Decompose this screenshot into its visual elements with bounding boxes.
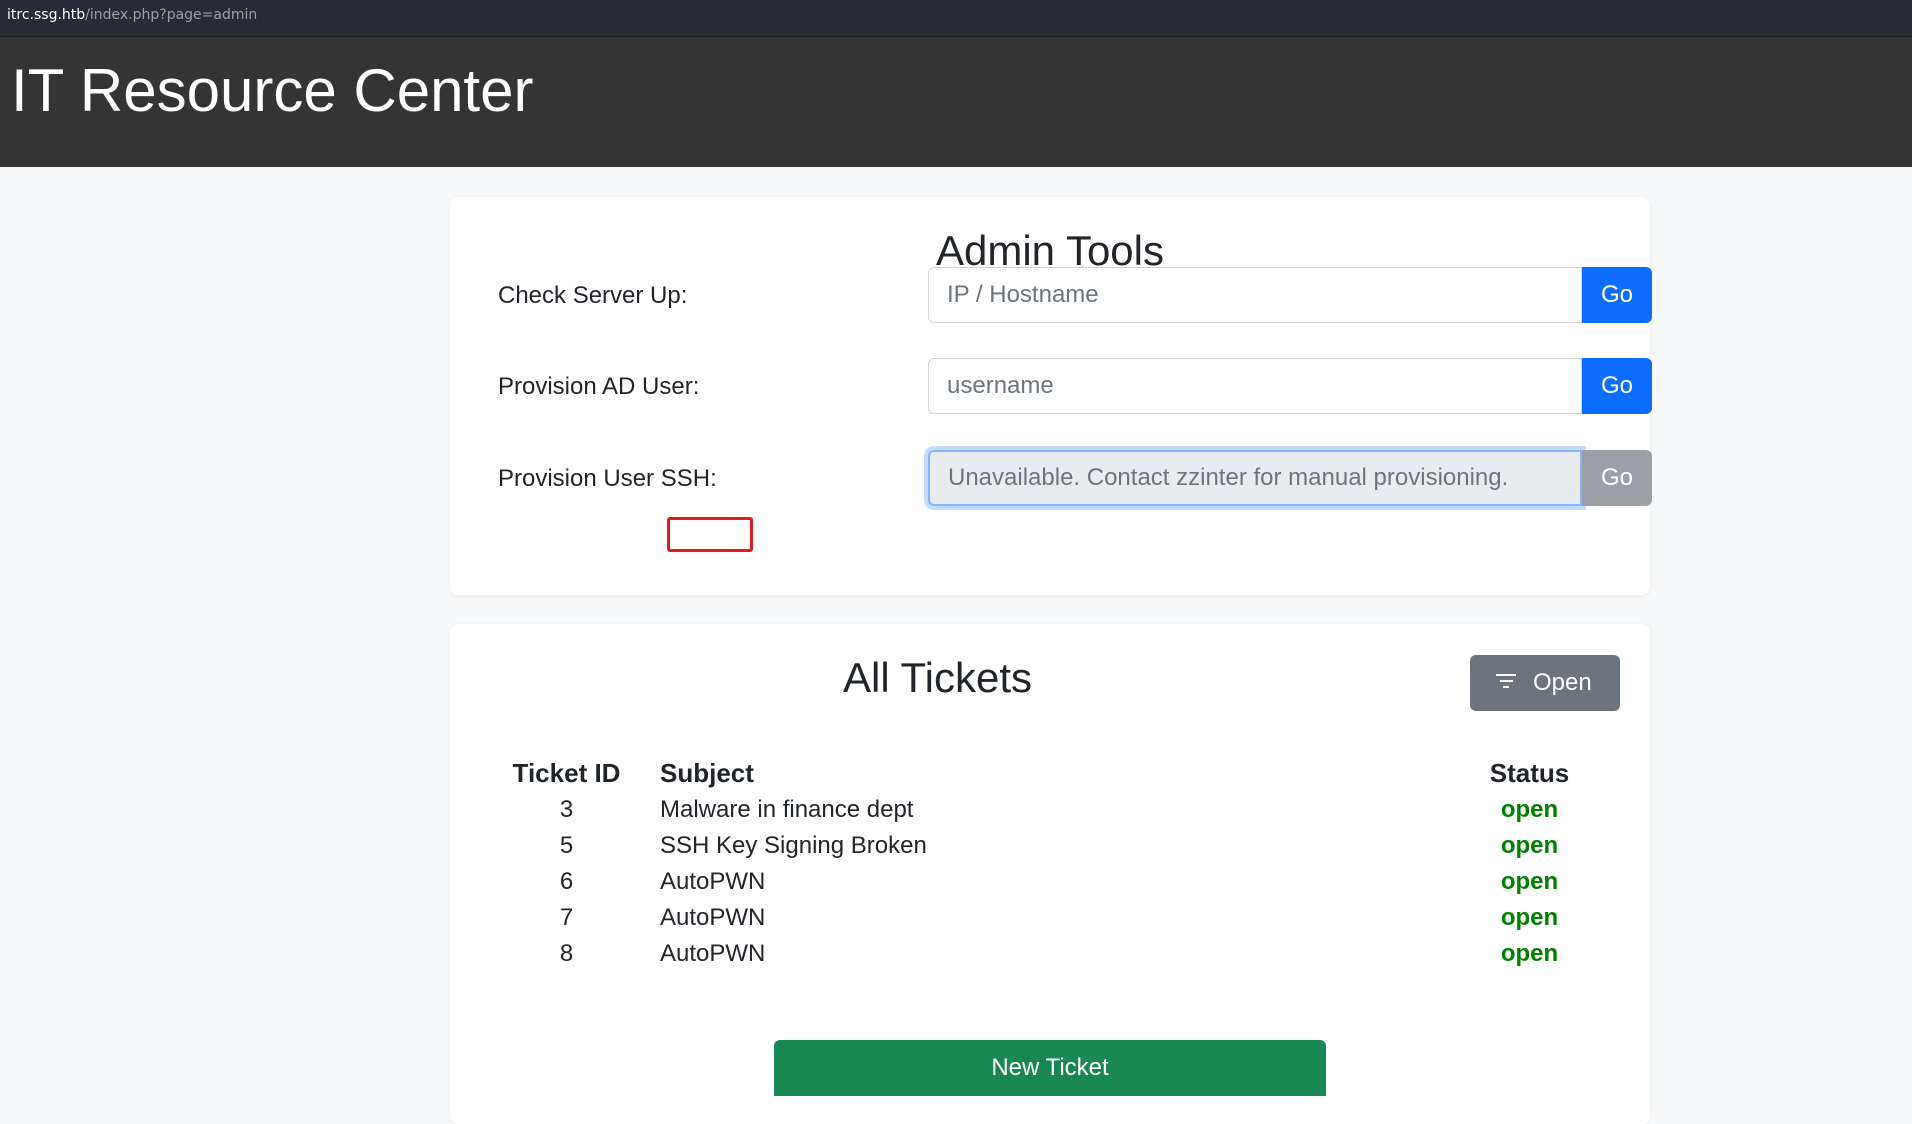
username-input[interactable]	[928, 358, 1582, 414]
table-row[interactable]: 8 AutoPWN open	[498, 936, 1602, 972]
ticket-subject[interactable]: AutoPWN	[635, 936, 1457, 972]
ticket-status: open	[1500, 940, 1559, 967]
site-title: IT Resource Center	[11, 57, 534, 124]
ticket-id: 5	[559, 832, 574, 859]
table-row[interactable]: 7 AutoPWN open	[498, 900, 1602, 936]
url-host: itrc.ssg.htb	[7, 7, 86, 23]
ticket-status: open	[1500, 904, 1559, 931]
check-server-row: Check Server Up: Go	[498, 267, 1652, 323]
hostname-input[interactable]	[928, 267, 1582, 323]
admin-tools-card: Admin Tools Check Server Up: Go Provisio…	[450, 197, 1652, 595]
ticket-id: 3	[559, 796, 574, 823]
table-row[interactable]: 6 AutoPWN open	[498, 864, 1602, 900]
ticket-subject[interactable]: AutoPWN	[635, 900, 1457, 936]
provision-ad-go-button[interactable]: Go	[1582, 358, 1652, 414]
ticket-id: 7	[559, 904, 574, 931]
url-text[interactable]: itrc.ssg.htb/index.php?page=admin	[7, 7, 257, 23]
browser-url-bar[interactable]: itrc.ssg.htb/index.php?page=admin	[0, 0, 1912, 37]
url-path: /index.php?page=admin	[85, 7, 258, 23]
tickets-table: Ticket ID Subject Status 3 Malware in fi…	[498, 754, 1602, 972]
new-ticket-button[interactable]: New Ticket	[774, 1040, 1326, 1096]
site-header: IT Resource Center	[0, 37, 1912, 167]
ticket-subject[interactable]: Malware in finance dept	[635, 792, 1457, 828]
provision-ad-row: Provision AD User: Go	[498, 358, 1652, 414]
ticket-status: open	[1500, 868, 1559, 895]
table-row[interactable]: 3 Malware in finance dept open	[498, 792, 1602, 828]
provision-ssh-row: Provision User SSH: Go	[498, 450, 1652, 506]
col-ticket-id: Ticket ID	[512, 757, 621, 788]
status-filter-button[interactable]: Open	[1470, 655, 1620, 711]
ticket-id: 6	[559, 868, 574, 895]
col-status: Status	[1489, 757, 1570, 788]
ticket-status: open	[1500, 832, 1559, 859]
provision-ssh-go-button: Go	[1582, 450, 1652, 506]
tickets-title: All Tickets	[842, 654, 1033, 701]
col-subject: Subject	[660, 757, 754, 788]
filter-lines-icon	[1496, 674, 1516, 690]
provision-ssh-label: Provision User SSH:	[498, 465, 717, 492]
check-server-label: Check Server Up:	[498, 282, 688, 309]
ticket-subject[interactable]: AutoPWN	[635, 864, 1457, 900]
filter-label: Open	[1533, 669, 1592, 696]
tickets-card: All Tickets Open Ticket ID Subject Statu…	[450, 624, 1650, 1124]
provision-ad-label: Provision AD User:	[498, 373, 700, 400]
ticket-status: open	[1500, 796, 1559, 823]
ticket-subject[interactable]: SSH Key Signing Broken	[635, 828, 1457, 864]
check-server-go-button[interactable]: Go	[1582, 267, 1652, 323]
ticket-id: 8	[559, 940, 574, 967]
ssh-provision-input	[928, 450, 1582, 506]
table-row[interactable]: 5 SSH Key Signing Broken open	[498, 828, 1602, 864]
table-header-row: Ticket ID Subject Status	[498, 754, 1602, 792]
